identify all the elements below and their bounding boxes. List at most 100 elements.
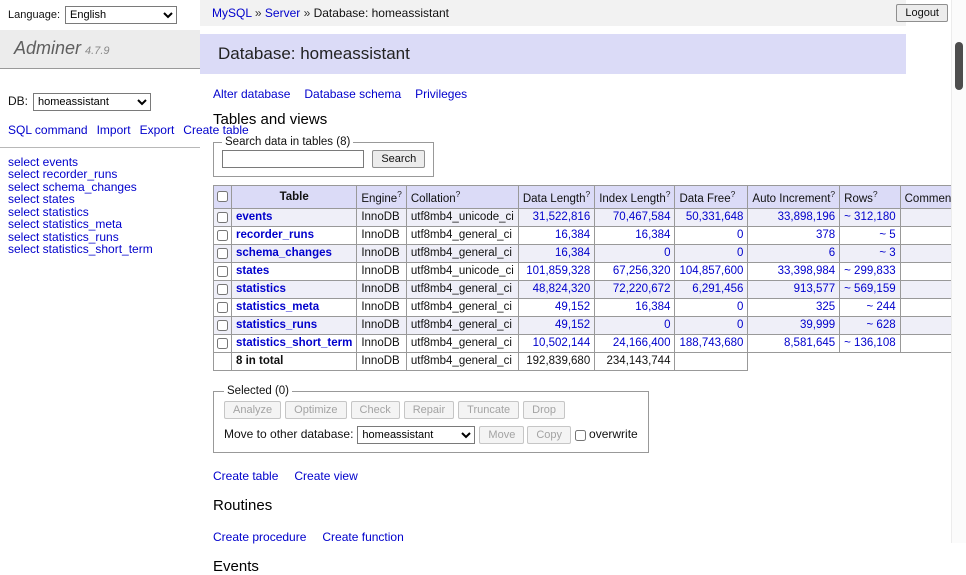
- sidebar-select-recorder-runs[interactable]: select recorder_runs: [0, 168, 200, 181]
- link-create-view[interactable]: Create view: [294, 469, 357, 483]
- rows-count-link[interactable]: ~ 244: [867, 301, 896, 313]
- data-free-link[interactable]: 0: [737, 301, 743, 313]
- table-name-link[interactable]: statistics_runs: [236, 319, 317, 331]
- sidebar-link-export[interactable]: Export: [140, 123, 175, 137]
- breadcrumb-link-server[interactable]: Server: [265, 6, 300, 20]
- truncate-button[interactable]: Truncate: [458, 401, 519, 419]
- row-checkbox[interactable]: [217, 320, 228, 331]
- index-length-link[interactable]: 0: [664, 247, 670, 259]
- language-select[interactable]: English: [65, 6, 177, 24]
- column-help-link[interactable]: ?: [456, 189, 461, 199]
- scrollbar-thumb[interactable]: [955, 42, 963, 90]
- data-free-link[interactable]: 0: [737, 319, 743, 331]
- move-button[interactable]: Move: [479, 426, 524, 444]
- table-name-link[interactable]: statistics_short_term: [236, 337, 352, 349]
- footer-index-length-cell: 234,143,744: [595, 353, 675, 371]
- data-free-link[interactable]: 0: [737, 229, 743, 241]
- table-name-link[interactable]: recorder_runs: [236, 229, 314, 241]
- table-name-link[interactable]: events: [236, 211, 272, 223]
- row-checkbox[interactable]: [217, 338, 228, 349]
- row-checkbox[interactable]: [217, 284, 228, 295]
- auto-increment-link[interactable]: 8,581,645: [784, 337, 835, 349]
- column-header-collation: Collation?: [406, 186, 518, 209]
- data-free-link[interactable]: 50,331,648: [686, 211, 744, 223]
- drop-button[interactable]: Drop: [523, 401, 565, 419]
- sidebar-link-import[interactable]: Import: [97, 123, 131, 137]
- data-length-link[interactable]: 10,502,144: [533, 337, 591, 349]
- table-name-link[interactable]: statistics: [236, 283, 286, 295]
- db-link-database-schema[interactable]: Database schema: [304, 87, 401, 101]
- index-length-link[interactable]: 72,220,672: [613, 283, 671, 295]
- db-select[interactable]: homeassistant: [33, 93, 151, 111]
- data-length-link[interactable]: 16,384: [555, 229, 590, 241]
- rows-count-link[interactable]: ~ 3: [879, 247, 895, 259]
- auto-increment-link[interactable]: 6: [829, 247, 835, 259]
- data-length-link[interactable]: 16,384: [555, 247, 590, 259]
- rows-count-link[interactable]: ~ 136,108: [844, 337, 895, 349]
- index-length-link[interactable]: 70,467,584: [613, 211, 671, 223]
- table-name-link[interactable]: statistics_meta: [236, 301, 319, 313]
- column-help-link[interactable]: ?: [830, 189, 835, 199]
- sidebar-select-statistics-meta[interactable]: select statistics_meta: [0, 218, 200, 231]
- column-help-link[interactable]: ?: [873, 189, 878, 199]
- index-length-link[interactable]: 67,256,320: [613, 265, 671, 277]
- row-checkbox[interactable]: [217, 266, 228, 277]
- rows-count-link[interactable]: ~ 628: [867, 319, 896, 331]
- table-name-link[interactable]: schema_changes: [236, 247, 332, 259]
- select-all-checkbox[interactable]: [217, 191, 228, 202]
- data-length-link[interactable]: 48,824,320: [533, 283, 591, 295]
- row-checkbox[interactable]: [217, 302, 228, 313]
- column-help-link[interactable]: ?: [731, 189, 736, 199]
- optimize-button[interactable]: Optimize: [285, 401, 346, 419]
- rows-count-link[interactable]: ~ 299,833: [844, 265, 895, 277]
- index-length-link[interactable]: 16,384: [635, 301, 670, 313]
- sidebar-select-states[interactable]: select states: [0, 193, 200, 206]
- rows-count-link[interactable]: ~ 312,180: [844, 211, 895, 223]
- auto-increment-link[interactable]: 325: [816, 301, 835, 313]
- table-name-link[interactable]: states: [236, 265, 269, 277]
- check-button[interactable]: Check: [351, 401, 400, 419]
- rows-count-link[interactable]: ~ 569,159: [844, 283, 895, 295]
- link-create-procedure[interactable]: Create procedure: [213, 530, 306, 544]
- overwrite-checkbox[interactable]: [575, 430, 586, 441]
- data-free-link[interactable]: 188,743,680: [679, 337, 743, 349]
- auto-increment-link[interactable]: 913,577: [794, 283, 836, 295]
- rows-count-cell: ~ 299,833: [840, 263, 900, 281]
- move-database-select[interactable]: homeassistant: [357, 426, 475, 444]
- row-checkbox[interactable]: [217, 212, 228, 223]
- repair-button[interactable]: Repair: [404, 401, 454, 419]
- column-help-link[interactable]: ?: [397, 189, 402, 199]
- column-help-link[interactable]: ?: [666, 189, 671, 199]
- data-length-link[interactable]: 101,859,328: [526, 265, 590, 277]
- data-length-link[interactable]: 49,152: [555, 301, 590, 313]
- analyze-button[interactable]: Analyze: [224, 401, 281, 419]
- data-length-link[interactable]: 31,522,816: [533, 211, 591, 223]
- search-button[interactable]: Search: [372, 150, 425, 168]
- search-input[interactable]: [222, 150, 364, 168]
- row-checkbox[interactable]: [217, 230, 228, 241]
- index-length-link[interactable]: 0: [664, 319, 670, 331]
- link-create-table[interactable]: Create table: [213, 469, 278, 483]
- auto-increment-link[interactable]: 378: [816, 229, 835, 241]
- logout-button[interactable]: Logout: [896, 4, 948, 22]
- breadcrumb-link-mysql[interactable]: MySQL: [212, 6, 252, 20]
- data-length-link[interactable]: 49,152: [555, 319, 590, 331]
- data-free-link[interactable]: 0: [737, 247, 743, 259]
- db-link-privileges[interactable]: Privileges: [415, 87, 467, 101]
- data-free-link[interactable]: 6,291,456: [692, 283, 743, 295]
- sidebar-link-sql-command[interactable]: SQL command: [8, 123, 88, 137]
- index-length-link[interactable]: 16,384: [635, 229, 670, 241]
- rows-count-link[interactable]: ~ 5: [879, 229, 895, 241]
- auto-increment-link[interactable]: 33,398,984: [778, 265, 836, 277]
- auto-increment-link[interactable]: 33,898,196: [778, 211, 836, 223]
- index-length-link[interactable]: 24,166,400: [613, 337, 671, 349]
- copy-button[interactable]: Copy: [527, 426, 571, 444]
- row-checkbox[interactable]: [217, 248, 228, 259]
- db-link-alter-database[interactable]: Alter database: [213, 87, 290, 101]
- sidebar-select-statistics-short-term[interactable]: select statistics_short_term: [0, 243, 200, 256]
- auto-increment-link[interactable]: 39,999: [800, 319, 835, 331]
- scrollbar-track[interactable]: [951, 0, 966, 543]
- column-help-link[interactable]: ?: [585, 189, 590, 199]
- link-create-function[interactable]: Create function: [322, 530, 403, 544]
- data-free-link[interactable]: 104,857,600: [679, 265, 743, 277]
